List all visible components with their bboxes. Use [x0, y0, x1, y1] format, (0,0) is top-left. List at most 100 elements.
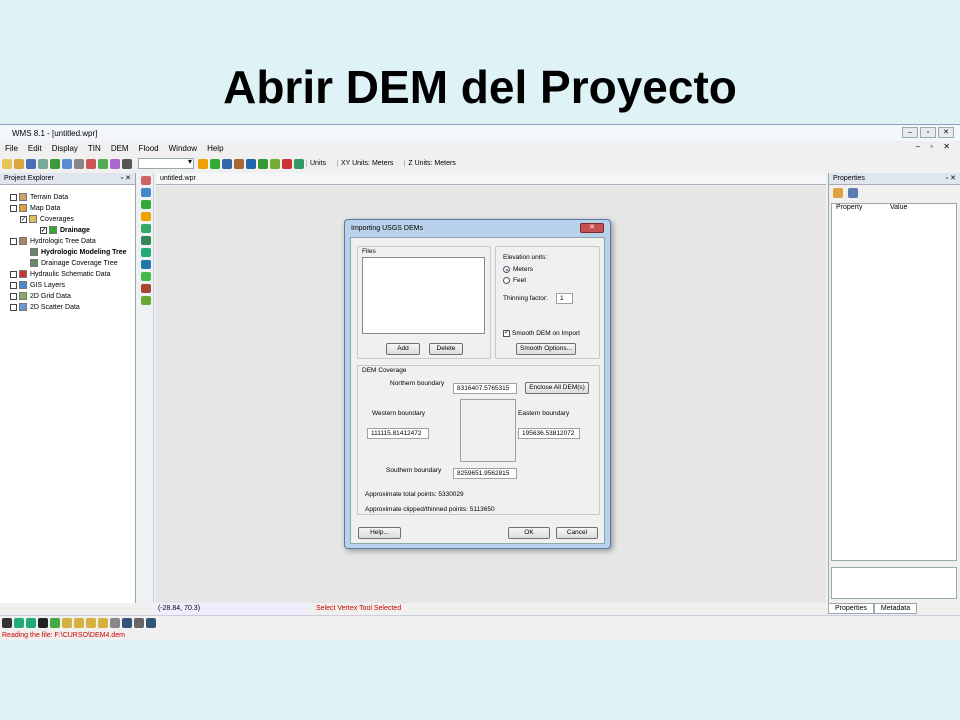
tab-properties[interactable]: Properties [828, 603, 874, 614]
checkbox[interactable] [10, 204, 17, 212]
tool-bar-d-icon[interactable] [98, 617, 108, 628]
checkbox[interactable] [10, 281, 17, 289]
tool-e-icon[interactable] [258, 158, 268, 169]
oval-icon[interactable] [26, 617, 36, 628]
tree-coverages[interactable]: ✓ Coverages [20, 215, 74, 223]
enclose-all-button[interactable]: Enclose All DEM(s) [525, 382, 589, 394]
menu-help[interactable]: Help [207, 144, 223, 153]
menu-flood[interactable]: Flood [139, 144, 159, 153]
checkbox[interactable] [10, 237, 17, 245]
mdi-controls[interactable]: – ▫ ✕ [916, 142, 954, 151]
tool-3-icon[interactable] [141, 200, 151, 209]
checkbox[interactable] [10, 193, 17, 201]
new-icon[interactable] [2, 158, 12, 169]
tool-10-icon[interactable] [141, 284, 151, 293]
tab-metadata[interactable]: Metadata [873, 603, 918, 614]
tool-9-icon[interactable] [141, 272, 151, 281]
ok-button[interactable]: OK [508, 527, 550, 539]
west-field[interactable]: 111115.81412472 [367, 428, 429, 439]
tree-gis-layers[interactable]: GIS Layers [10, 281, 65, 289]
zoom-icon[interactable] [62, 158, 72, 169]
tree-terrain-data[interactable]: Terrain Data [10, 193, 68, 201]
tree-hydrologic-tree-data[interactable]: Hydrologic Tree Data [10, 237, 96, 245]
rectangle-icon[interactable] [14, 617, 24, 628]
feet-radio[interactable] [503, 277, 510, 284]
tool-8-icon[interactable] [141, 260, 151, 269]
menu-file[interactable]: File [5, 144, 18, 153]
close-window-button[interactable]: ✕ [938, 127, 954, 138]
checkbox[interactable]: ✓ [40, 226, 47, 234]
menu-window[interactable]: Window [169, 144, 197, 153]
minimize-button[interactable]: – [902, 127, 918, 138]
checkbox[interactable] [10, 292, 17, 300]
menu-display[interactable]: Display [52, 144, 78, 153]
tool-f-icon[interactable] [282, 158, 292, 169]
save-icon[interactable] [26, 158, 36, 169]
tool-bar-c-icon[interactable] [86, 617, 96, 628]
tool-bar-b-icon[interactable] [74, 617, 84, 628]
help-button[interactable]: Help... [358, 527, 401, 539]
text-icon[interactable] [38, 617, 48, 628]
select-vertex-tool-icon[interactable] [141, 212, 151, 221]
grid-icon[interactable] [270, 158, 280, 169]
display-options-icon[interactable] [98, 158, 108, 169]
thinning-field[interactable]: 1 [556, 293, 573, 304]
checkbox[interactable] [10, 303, 17, 311]
dialog-close-button[interactable]: ✕ [580, 223, 604, 233]
tree-2d-scatter-data[interactable]: 2D Scatter Data [10, 303, 80, 311]
tool-1-icon[interactable] [141, 176, 151, 185]
open-icon[interactable] [14, 158, 24, 169]
tool-c-icon[interactable] [234, 158, 244, 169]
menu-edit[interactable]: Edit [28, 144, 42, 153]
tree-hydraulic-schematic[interactable]: Hydraulic Schematic Data [10, 270, 111, 278]
tool-6-icon[interactable] [141, 236, 151, 245]
checkbox[interactable]: ✓ [20, 215, 27, 223]
checkbox[interactable] [10, 270, 17, 278]
line-icon[interactable] [2, 617, 12, 628]
frame-icon[interactable] [74, 158, 84, 169]
tree-map-data[interactable]: Map Data [10, 204, 60, 212]
document-tab[interactable]: untitled.wpr [156, 173, 826, 185]
delete-button[interactable]: Delete [429, 343, 463, 355]
south-field[interactable]: 8259651.9562815 [453, 468, 517, 479]
properties-close-icon[interactable]: ▫ ✕ [946, 173, 956, 185]
tool-bar-g-icon[interactable] [134, 617, 144, 628]
tool-a-icon[interactable] [210, 158, 220, 169]
tree-2d-grid-data[interactable]: 2D Grid Data [10, 292, 71, 300]
module-combo[interactable] [138, 157, 194, 169]
tool-bar-e-icon[interactable] [110, 617, 120, 628]
zoom-tool-icon[interactable] [141, 188, 151, 197]
print-icon[interactable] [38, 158, 48, 169]
sort-az-icon[interactable] [848, 188, 858, 198]
smooth-checkbox[interactable]: ✓ [503, 330, 510, 337]
tool-d-icon[interactable] [246, 158, 256, 169]
units-label[interactable]: Units [306, 160, 329, 167]
refresh-icon[interactable] [50, 158, 60, 169]
tree-drainage-coverage-tree[interactable]: Drainage Coverage Tree [30, 259, 118, 267]
categorized-icon[interactable] [833, 188, 843, 198]
north-field[interactable]: 8316407.5765315 [453, 383, 517, 394]
cancel-button[interactable]: Cancel [556, 527, 598, 539]
help-icon[interactable] [110, 158, 120, 169]
z-units-label[interactable]: Z Units: Meters [404, 160, 458, 167]
rotate-icon[interactable] [86, 158, 96, 169]
add-button[interactable]: Add [386, 343, 420, 355]
xy-units-label[interactable]: XY Units: Meters [336, 160, 396, 167]
tool-b-icon[interactable] [222, 158, 232, 169]
image-icon[interactable] [50, 617, 60, 628]
smooth-options-button[interactable]: Smooth Options... [516, 343, 576, 355]
tree-hydrologic-modeling-tree[interactable]: Hydrologic Modeling Tree [30, 248, 127, 256]
select-vertex-icon[interactable] [198, 158, 208, 169]
tool-11-icon[interactable] [141, 296, 151, 305]
delete-icon[interactable] [122, 158, 132, 169]
menu-tin[interactable]: TIN [88, 144, 101, 153]
explorer-close-icon[interactable]: ▫ ✕ [121, 173, 131, 185]
files-list[interactable] [362, 257, 485, 334]
tool-bar-f-icon[interactable] [122, 617, 132, 628]
tool-bar-a-icon[interactable] [62, 617, 72, 628]
menu-dem[interactable]: DEM [111, 144, 129, 153]
tool-bar-h-icon[interactable] [146, 617, 156, 628]
tool-7-icon[interactable] [141, 248, 151, 257]
tool-5-icon[interactable] [141, 224, 151, 233]
meters-radio[interactable] [503, 266, 510, 273]
